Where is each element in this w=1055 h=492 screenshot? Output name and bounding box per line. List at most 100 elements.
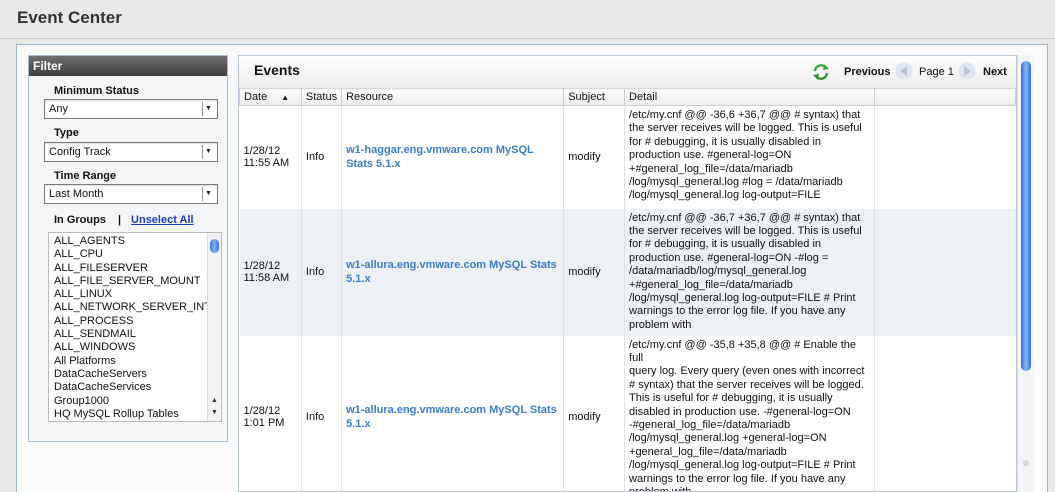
page-title: Event Center — [17, 8, 122, 27]
next-page-link[interactable]: Next — [983, 66, 1007, 78]
table-row[interactable]: 1/28/12 11:58 AM Info w1-allura.eng.vmware.… — [239, 208, 1016, 336]
cell-date: 1/28/12 11:58 AM — [239, 208, 302, 336]
chevron-down-icon: ▼ — [202, 145, 214, 159]
cell-detail: /etc/my.cnf @@ -36,7 +36,7 @@ # syntax) … — [624, 208, 876, 336]
table-row[interactable]: 1/28/12 11:55 AM Info w1-haggar.eng.vmware.… — [239, 105, 1016, 209]
detail-line: /log/mysql_general.log log-output=FILE #… — [629, 291, 856, 304]
column-header-resource[interactable]: Resource — [341, 88, 565, 106]
filter-panel: Filter Minimum Status Any ▼ Type Config … — [28, 55, 228, 442]
detail-line: /etc/my.cnf @@ -36,6 +36,7 @@ # syntax) … — [629, 109, 861, 121]
previous-arrow-icon[interactable] — [895, 62, 913, 80]
detail-line: warnings to the error log file. If you h… — [629, 472, 846, 485]
event-time: 11:55 AM — [243, 157, 290, 170]
detail-line: /log/mysql_general.log #log = /data/mari… — [629, 176, 843, 189]
event-date: 1/28/12 — [243, 260, 281, 272]
group-list-item[interactable]: DataCacheServices — [54, 381, 207, 394]
time-range-select[interactable]: Last Month ▼ — [44, 184, 218, 204]
groups-scroll-thumb[interactable] — [210, 239, 219, 253]
group-list-item[interactable]: ALL_LINUX — [54, 288, 207, 301]
events-scroll-thumb[interactable] — [1021, 61, 1031, 371]
column-header-empty — [874, 88, 1016, 106]
minimum-status-label: Minimum Status — [54, 85, 139, 97]
events-title: Events — [254, 62, 300, 78]
detail-line: production use. #general-log=ON — [629, 149, 792, 162]
cell-resource-link[interactable]: w1-allura.eng.vmware.com MySQL Stats 5.1… — [341, 208, 565, 336]
events-panel: Events Previous Page 1 Next Date ▲ Status… — [238, 55, 1017, 492]
detail-line: This is useful for # debugging, it is us… — [629, 392, 833, 405]
cell-empty — [874, 105, 1016, 209]
column-header-subject[interactable]: Subject — [563, 88, 626, 106]
detail-line: disabled in production use. -#general-lo… — [629, 405, 851, 418]
detail-line: /log/mysql_general.log +general-log=ON — [629, 432, 827, 445]
in-groups-label: In Groups — [54, 214, 106, 226]
page-indicator: Page 1 — [919, 66, 954, 78]
cell-status: Info — [301, 105, 343, 209]
sort-ascending-icon: ▲ — [281, 93, 290, 102]
group-list-item[interactable]: ALL_FILESERVER — [54, 262, 207, 275]
detail-line: the server receives will be logged. This… — [629, 224, 862, 237]
cell-status: Info — [301, 335, 343, 491]
cell-status: Info — [301, 208, 343, 336]
detail-line: problem with — [629, 318, 692, 331]
detail-line: +#general_log_file=/data/mariadb — [629, 162, 793, 175]
cell-resource-link[interactable]: w1-haggar.eng.vmware.com MySQL Stats 5.1… — [341, 105, 565, 209]
group-list-item[interactable]: Group1000 — [54, 395, 207, 408]
detail-line: /etc/my.cnf @@ -36,7 +36,7 @@ # syntax) … — [629, 211, 861, 224]
groups-listbox[interactable]: ALL_AGENTS ALL_CPU ALL_FILESERVER ALL_FILE_… — [48, 232, 222, 422]
cell-detail: /etc/my.cnf @@ -35,8 +35,8 @@ # Enable t… — [624, 335, 876, 492]
detail-line: the server receives will be logged. This… — [629, 122, 862, 135]
cell-date: 1/28/12 1:01 PM — [239, 335, 302, 491]
title-divider — [0, 38, 1055, 39]
minimum-status-select[interactable]: Any ▼ — [44, 99, 218, 119]
type-label: Type — [54, 127, 79, 139]
next-arrow-icon[interactable] — [958, 62, 976, 80]
column-header-date[interactable]: Date ▲ — [239, 88, 302, 106]
detail-line: -#general_log_file=/data/mariadb — [629, 418, 791, 431]
previous-page-link[interactable]: Previous — [844, 66, 890, 78]
group-list-item[interactable]: ALL_PROCESS — [54, 315, 207, 328]
group-list-item[interactable]: All Platforms — [54, 355, 207, 368]
group-list-item[interactable]: DataCacheServers — [54, 368, 207, 381]
filter-header: Filter — [29, 56, 227, 76]
table-row[interactable]: 1/28/12 1:01 PM Info w1-allura.eng.vmware.c… — [239, 335, 1016, 492]
unselect-all-link[interactable]: Unselect All — [131, 214, 194, 226]
column-header-status[interactable]: Status — [300, 88, 343, 106]
cell-detail: /etc/my.cnf @@ -36,6 +36,7 @@ # syntax) … — [624, 105, 876, 209]
groups-header: In Groups | Unselect All — [54, 214, 194, 226]
events-scrollbar[interactable] — [1017, 55, 1033, 492]
detail-line: # syntax) that the server receives will … — [629, 378, 864, 391]
group-list-item[interactable]: ALL_SENDMAIL — [54, 328, 207, 341]
column-header-detail[interactable]: Detail — [624, 88, 876, 106]
time-range-value: Last Month — [49, 188, 104, 200]
group-list-item[interactable]: ALL_CPU — [54, 248, 207, 261]
chevron-down-icon: ▼ — [202, 187, 214, 201]
scroll-up-icon[interactable]: ▲ — [211, 397, 218, 404]
group-list-item[interactable]: ALL_FILE_SERVER_MOUNT — [54, 275, 207, 288]
minimum-status-value: Any — [49, 103, 68, 115]
group-list-item[interactable]: HQ MySQL Rollup Tables — [54, 408, 207, 421]
detail-line: problem with — [629, 485, 692, 492]
detail-line: +#general_log_file=/data/mariadb — [629, 278, 793, 291]
cell-subject: modify — [563, 105, 626, 209]
groups-scrollbar[interactable]: ▲ ▼ — [207, 233, 221, 421]
group-list-item[interactable]: ALL_NETWORK_SERVER_INT — [54, 301, 207, 314]
event-time: 1:01 PM — [243, 417, 285, 430]
detail-line: /log/mysql_general.log log-output=FILE — [629, 189, 821, 202]
scroll-down-icon[interactable]: ▼ — [211, 409, 218, 416]
groups-separator: | — [117, 214, 122, 226]
refresh-icon[interactable] — [812, 63, 830, 81]
group-list-item[interactable]: ALL_WINDOWS — [54, 341, 207, 354]
cell-subject: modify — [563, 335, 626, 491]
detail-line: /data/mariadb/log/mysql_general.log — [629, 265, 807, 278]
detail-line: production use. #general-log=ON -#log = — [629, 251, 829, 264]
chevron-down-icon: ▼ — [202, 102, 214, 116]
detail-line: warnings to the error log file. If you h… — [629, 305, 846, 318]
detail-line: /log/mysql_general.log log-output=FILE #… — [629, 459, 856, 472]
group-list-item[interactable]: ALL_AGENTS — [54, 235, 207, 248]
cell-resource-link[interactable]: w1-allura.eng.vmware.com MySQL Stats 5.1… — [341, 335, 565, 491]
cell-date: 1/28/12 11:55 AM — [239, 105, 302, 209]
detail-line: /etc/my.cnf @@ -35,8 +35,8 @@ # Enable t… — [629, 338, 857, 364]
detail-line: for # debugging, it is usually disabled … — [629, 238, 822, 251]
cell-subject: modify — [563, 208, 626, 336]
type-select[interactable]: Config Track ▼ — [44, 142, 218, 162]
